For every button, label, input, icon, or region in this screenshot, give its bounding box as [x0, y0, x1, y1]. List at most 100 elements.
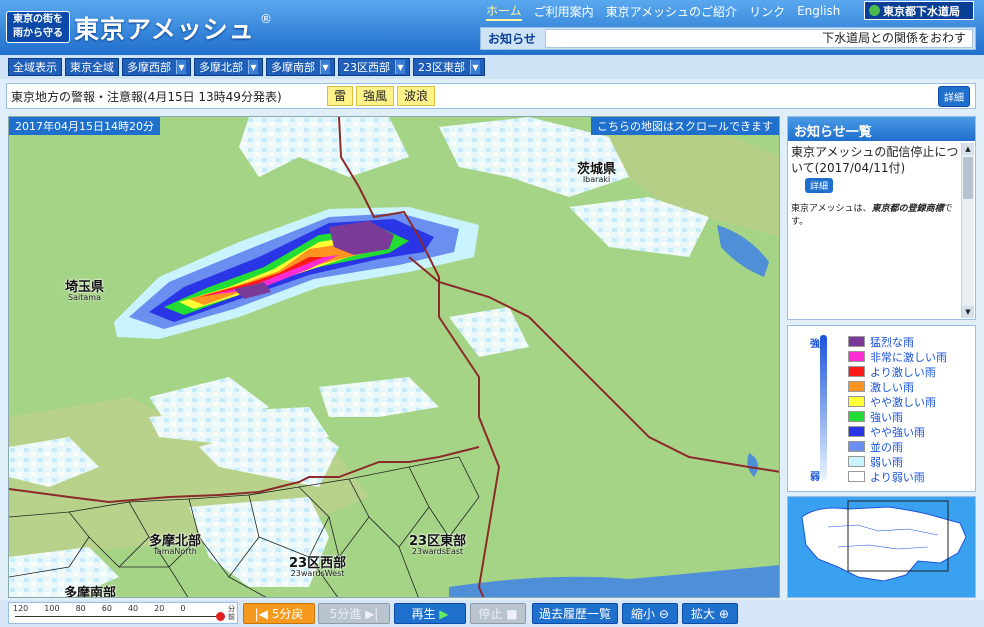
legend-label: 弱い雨 [870, 455, 903, 469]
legend-swatch [848, 441, 865, 452]
chevron-down-icon[interactable]: ▼ [176, 60, 186, 74]
legend-label: やや強い雨 [870, 425, 925, 439]
warnings-detail-button[interactable]: 詳細 [938, 85, 970, 107]
skip-back-icon: |◀ [254, 606, 272, 621]
back-5min-label: 5分戻 [271, 607, 304, 621]
logo-badge[interactable]: 東京の街を 雨から守る [6, 11, 70, 43]
legend-label: 猛烈な雨 [870, 335, 914, 349]
forward-5min-button[interactable]: 5分進 ▶| [318, 603, 390, 624]
scroll-down-icon[interactable]: ▼ [962, 306, 974, 318]
warning-badge-wind[interactable]: 強風 [356, 86, 395, 106]
legend-swatch [848, 471, 865, 482]
time-unit-bottom: 前 [228, 613, 235, 621]
area-tab-label: 23区西部 [343, 61, 390, 74]
area-tab-tama-south[interactable]: 多摩南部 ▼ [266, 58, 335, 76]
tick-label: 40 [127, 604, 139, 613]
nav-english[interactable]: English [797, 4, 840, 18]
legend-item: より激しい雨 [848, 364, 947, 379]
area-tab-23-east[interactable]: 23区東部 ▼ [413, 58, 485, 76]
time-unit: 分 前 [228, 605, 235, 621]
time-unit-top: 分 [228, 605, 235, 613]
place-ibaraki: 茨城県 Ibaraki [577, 163, 616, 184]
time-ticks: 120 100 80 60 40 20 0 [13, 604, 185, 613]
warnings-title: 東京地方の警報・注意報(4月15日 13時49分発表) [11, 89, 282, 104]
rain-legend: 強 弱 猛烈な雨 非常に激しい雨 より激しい雨 激しい雨 やや激しい雨 強い雨 やや強い雨並… [787, 325, 976, 492]
play-button[interactable]: 再生 ▶ [394, 603, 466, 624]
chevron-down-icon[interactable]: ▼ [470, 60, 480, 74]
chevron-down-icon[interactable]: ▼ [248, 60, 258, 74]
tick-label: 80 [75, 604, 86, 613]
chevron-down-icon[interactable]: ▼ [320, 60, 330, 74]
radar-map[interactable]: 2017年04月15日14時20分 こちらの地図はスクロールできます 茨城県 I… [8, 116, 780, 598]
stop-button[interactable]: 停止 ■ [470, 603, 526, 624]
bottom-toolbar: 120 100 80 60 40 20 0 分 前 |◀ 5分戻 5分進 ▶| … [0, 600, 984, 627]
legend-swatch [848, 381, 865, 392]
history-list-button[interactable]: 過去履歴一覧 [532, 603, 618, 624]
place-en: TamaNorth [153, 547, 197, 556]
place-en: 23wardsEast [411, 547, 464, 556]
notice-detail-button[interactable]: 詳細 [805, 178, 834, 193]
legend-label: 非常に激しい雨 [870, 350, 947, 364]
time-marker[interactable] [216, 612, 225, 621]
stop-icon: ■ [502, 606, 518, 621]
area-tab-23-west[interactable]: 23区西部 ▼ [338, 58, 410, 76]
time-track [15, 616, 221, 617]
legend-label: やや激しい雨 [870, 395, 936, 409]
area-tab-tokyo[interactable]: 東京全域 [65, 58, 119, 76]
area-tab-tama-north[interactable]: 多摩北部 ▼ [194, 58, 263, 76]
area-tabs: 全域表示 東京全域 多摩西部 ▼ 多摩北部 ▼ 多摩南部 ▼ 23区西部 ▼ 23区東部… [0, 55, 984, 79]
notice-bar: お知らせ 下水道局との関係をおわす [480, 27, 976, 50]
stop-label: 停止 [478, 607, 503, 621]
tick-label: 20 [154, 604, 165, 613]
trademark-prefix: 東京アメッシュは、 [791, 204, 872, 214]
time-slider[interactable]: 120 100 80 60 40 20 0 分 前 [8, 602, 238, 624]
notice-item[interactable]: 東京アメッシュの配信停止について(2017/04/11付) [791, 144, 959, 176]
tick-label: 60 [101, 604, 112, 613]
zoom-out-button[interactable]: 縮小 ⊖ [622, 603, 678, 624]
area-tab-label: 多摩西部 [127, 61, 171, 74]
map-canvas [9, 117, 779, 597]
play-icon: ▶ [435, 606, 449, 621]
area-tab-tama-west[interactable]: 多摩西部 ▼ [122, 58, 191, 76]
zoom-in-button[interactable]: 拡大 ⊕ [682, 603, 738, 624]
notice-ticker[interactable]: 下水道局との関係をおわす [545, 29, 973, 48]
forward-5min-label: 5分進 [329, 607, 362, 621]
legend-swatch [848, 456, 865, 467]
nav-home[interactable]: ホーム [486, 2, 522, 21]
legend-swatch [848, 426, 865, 437]
site-logo[interactable]: 東京アメッシュ [74, 10, 255, 46]
minimap-tokyo-shape [801, 506, 967, 582]
weather-warnings-bar: 東京地方の警報・注意報(4月15日 13時49分発表) 雷 強風 波浪 詳細 [6, 83, 976, 109]
logo-badge-line2: 雨から守る [13, 28, 63, 39]
play-label: 再生 [411, 607, 436, 621]
zoom-out-icon: ⊖ [655, 606, 669, 621]
area-tab-label: 多摩北部 [199, 61, 243, 74]
zoom-in-label: 拡大 [691, 607, 716, 621]
skip-forward-icon: ▶| [361, 606, 379, 621]
tokyo-minimap[interactable] [787, 496, 976, 598]
warning-badge-thunder[interactable]: 雷 [327, 86, 354, 106]
area-tab-all[interactable]: 全域表示 [8, 58, 62, 76]
legend-swatch [848, 396, 865, 407]
notices-scrollbar[interactable]: ▲ ▼ [961, 143, 974, 318]
sewer-bureau-link[interactable]: 東京都下水道局 [864, 1, 974, 20]
legend-label: 激しい雨 [870, 380, 914, 394]
notices-heading: お知らせ一覧 [788, 117, 975, 141]
legend-item: やや激しい雨 [848, 394, 947, 409]
intensity-scale [820, 335, 827, 480]
back-5min-button[interactable]: |◀ 5分戻 [243, 603, 315, 624]
place-en: Ibaraki [582, 175, 611, 184]
area-tab-label: 23区東部 [418, 61, 465, 74]
nav-guide[interactable]: ご利用案内 [534, 3, 594, 20]
tick-label: 120 [13, 604, 29, 613]
chevron-down-icon[interactable]: ▼ [395, 60, 405, 74]
map-timestamp: 2017年04月15日14時20分 [9, 117, 160, 135]
nav-about[interactable]: 東京アメッシュのご紹介 [606, 3, 737, 20]
registered-mark: ® [260, 12, 272, 26]
scroll-thumb[interactable] [963, 157, 973, 199]
place-23-west: 23区西部 23wardsWest [289, 557, 346, 578]
scroll-up-icon[interactable]: ▲ [962, 143, 974, 155]
nav-links[interactable]: リンク [749, 3, 785, 20]
tick-label: 100 [44, 604, 60, 613]
warning-badge-waves[interactable]: 波浪 [397, 86, 436, 106]
